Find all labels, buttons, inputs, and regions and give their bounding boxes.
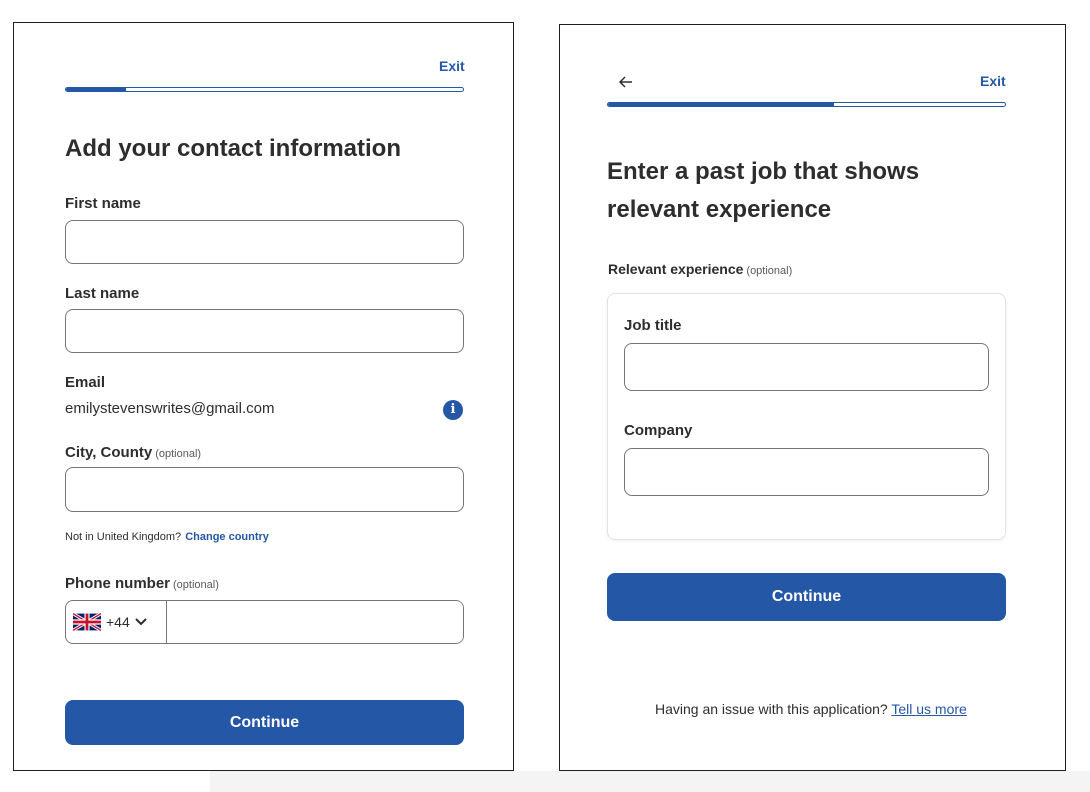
contact-info-panel: Exit Add your contact information First … [13, 22, 514, 771]
job-title-input[interactable] [624, 343, 989, 391]
exit-link[interactable]: Exit [980, 73, 1006, 89]
page-title: Enter a past job that shows relevant exp… [607, 158, 920, 223]
country-note-text: Not in United Kingdom? [65, 531, 182, 543]
phone-label-text: Phone number [65, 575, 171, 592]
background-strip [210, 771, 1090, 792]
first-name-label: First name [65, 195, 141, 212]
back-arrow-icon[interactable] [619, 76, 633, 88]
optional-tag: (optional) [746, 265, 793, 277]
optional-tag: (optional) [173, 579, 219, 591]
footer-note: Having an issue with this application? T… [655, 701, 967, 717]
phone-label: Phone number (optional) [65, 575, 219, 592]
last-name-input[interactable] [65, 309, 464, 353]
email-value: emilystevenswrites@gmail.com [65, 400, 275, 417]
past-job-panel: Exit Enter a past job that shows relevan… [559, 24, 1066, 771]
change-country-link[interactable]: Change country [185, 531, 269, 543]
country-code-select[interactable]: +44 [66, 601, 167, 643]
uk-flag-icon [73, 613, 101, 631]
company-input[interactable] [624, 448, 989, 496]
city-label: City, County (optional) [65, 444, 201, 461]
section-label-text: Relevant experience [608, 261, 744, 277]
progress-bar [65, 87, 464, 92]
dial-code: +44 [106, 614, 130, 630]
progress-bar [607, 102, 1006, 107]
page-title: Add your contact information [65, 135, 401, 162]
continue-button[interactable]: Continue [65, 700, 464, 745]
relevant-experience-label: Relevant experience (optional) [608, 261, 792, 277]
email-label: Email [65, 374, 106, 391]
company-label: Company [624, 422, 693, 439]
continue-button[interactable]: Continue [607, 573, 1006, 621]
city-label-text: City, County [65, 444, 153, 461]
chevron-down-icon [135, 618, 147, 626]
first-name-input[interactable] [65, 220, 464, 264]
phone-field: +44 [65, 600, 464, 644]
job-title-label: Job title [624, 317, 682, 334]
phone-number-input[interactable] [167, 601, 463, 643]
experience-card: Job title Company [607, 293, 1006, 540]
city-county-input[interactable] [65, 467, 464, 512]
tell-us-more-link[interactable]: Tell us more [891, 701, 966, 717]
progress-bar-fill [66, 88, 126, 91]
info-icon[interactable]: i [443, 400, 463, 420]
optional-tag: (optional) [155, 448, 202, 460]
progress-bar-fill [608, 103, 835, 106]
footer-text: Having an issue with this application? [655, 701, 888, 717]
exit-link[interactable]: Exit [439, 58, 465, 74]
last-name-label: Last name [65, 285, 140, 302]
country-note: Not in United Kingdom? Change country [65, 531, 269, 543]
